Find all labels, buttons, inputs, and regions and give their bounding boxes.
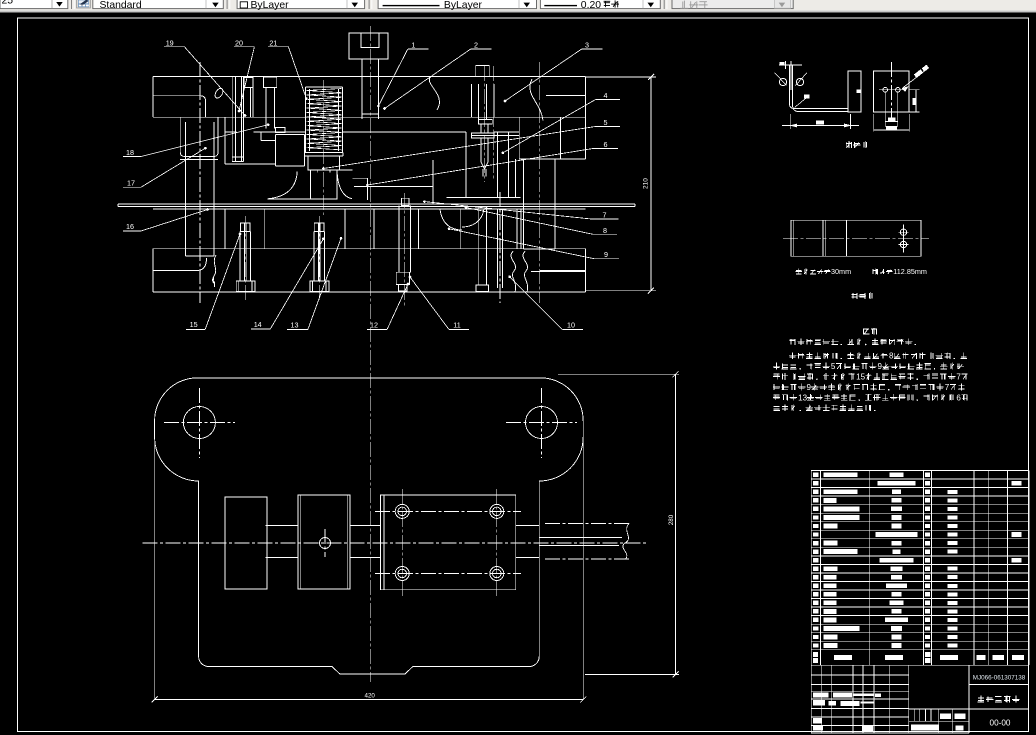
svg-text:7: 7 — [956, 372, 961, 381]
svg-text:13: 13 — [798, 393, 807, 402]
svg-text:12: 12 — [370, 321, 378, 330]
svg-text:9: 9 — [807, 383, 812, 392]
svg-text:21: 21 — [269, 38, 277, 47]
svg-text:Standard: Standard — [100, 0, 142, 11]
svg-text:6: 6 — [604, 140, 608, 149]
svg-text:18: 18 — [126, 148, 134, 157]
svg-text:7: 7 — [945, 383, 950, 392]
svg-text:10: 10 — [567, 321, 575, 330]
svg-text:6: 6 — [956, 393, 961, 402]
svg-text:MJ066-061307138: MJ066-061307138 — [973, 674, 1026, 681]
svg-text:210: 210 — [643, 178, 650, 189]
svg-text:ByLayer: ByLayer — [251, 0, 290, 11]
svg-text:19: 19 — [166, 38, 174, 47]
svg-text:ByLayer: ByLayer — [444, 0, 483, 11]
svg-text:30mm: 30mm — [831, 267, 851, 276]
svg-text:8: 8 — [603, 226, 607, 235]
svg-text:8: 8 — [889, 352, 894, 361]
svg-text:0.20: 0.20 — [581, 0, 601, 11]
svg-text:15: 15 — [190, 320, 198, 329]
svg-text:4: 4 — [604, 91, 608, 100]
svg-text:2: 2 — [474, 41, 478, 50]
svg-text:00-00: 00-00 — [990, 719, 1011, 728]
svg-text:20: 20 — [235, 38, 243, 47]
svg-text:1: 1 — [411, 41, 415, 50]
svg-text:13: 13 — [291, 321, 299, 330]
svg-text:5: 5 — [604, 118, 608, 127]
svg-text:14: 14 — [254, 320, 262, 329]
svg-text:420: 420 — [365, 692, 376, 699]
svg-text:9: 9 — [604, 250, 608, 259]
svg-text:9: 9 — [878, 362, 883, 371]
svg-text:5: 5 — [831, 362, 836, 371]
svg-text:17: 17 — [127, 179, 135, 188]
svg-text:7: 7 — [603, 211, 607, 220]
svg-text:112.85mm: 112.85mm — [893, 267, 927, 276]
svg-text:25: 25 — [2, 0, 14, 6]
svg-text:11: 11 — [453, 321, 460, 330]
svg-text:16: 16 — [126, 222, 134, 231]
svg-text:3: 3 — [585, 41, 589, 50]
svg-text:280: 280 — [668, 514, 675, 525]
svg-text:15: 15 — [856, 372, 865, 381]
